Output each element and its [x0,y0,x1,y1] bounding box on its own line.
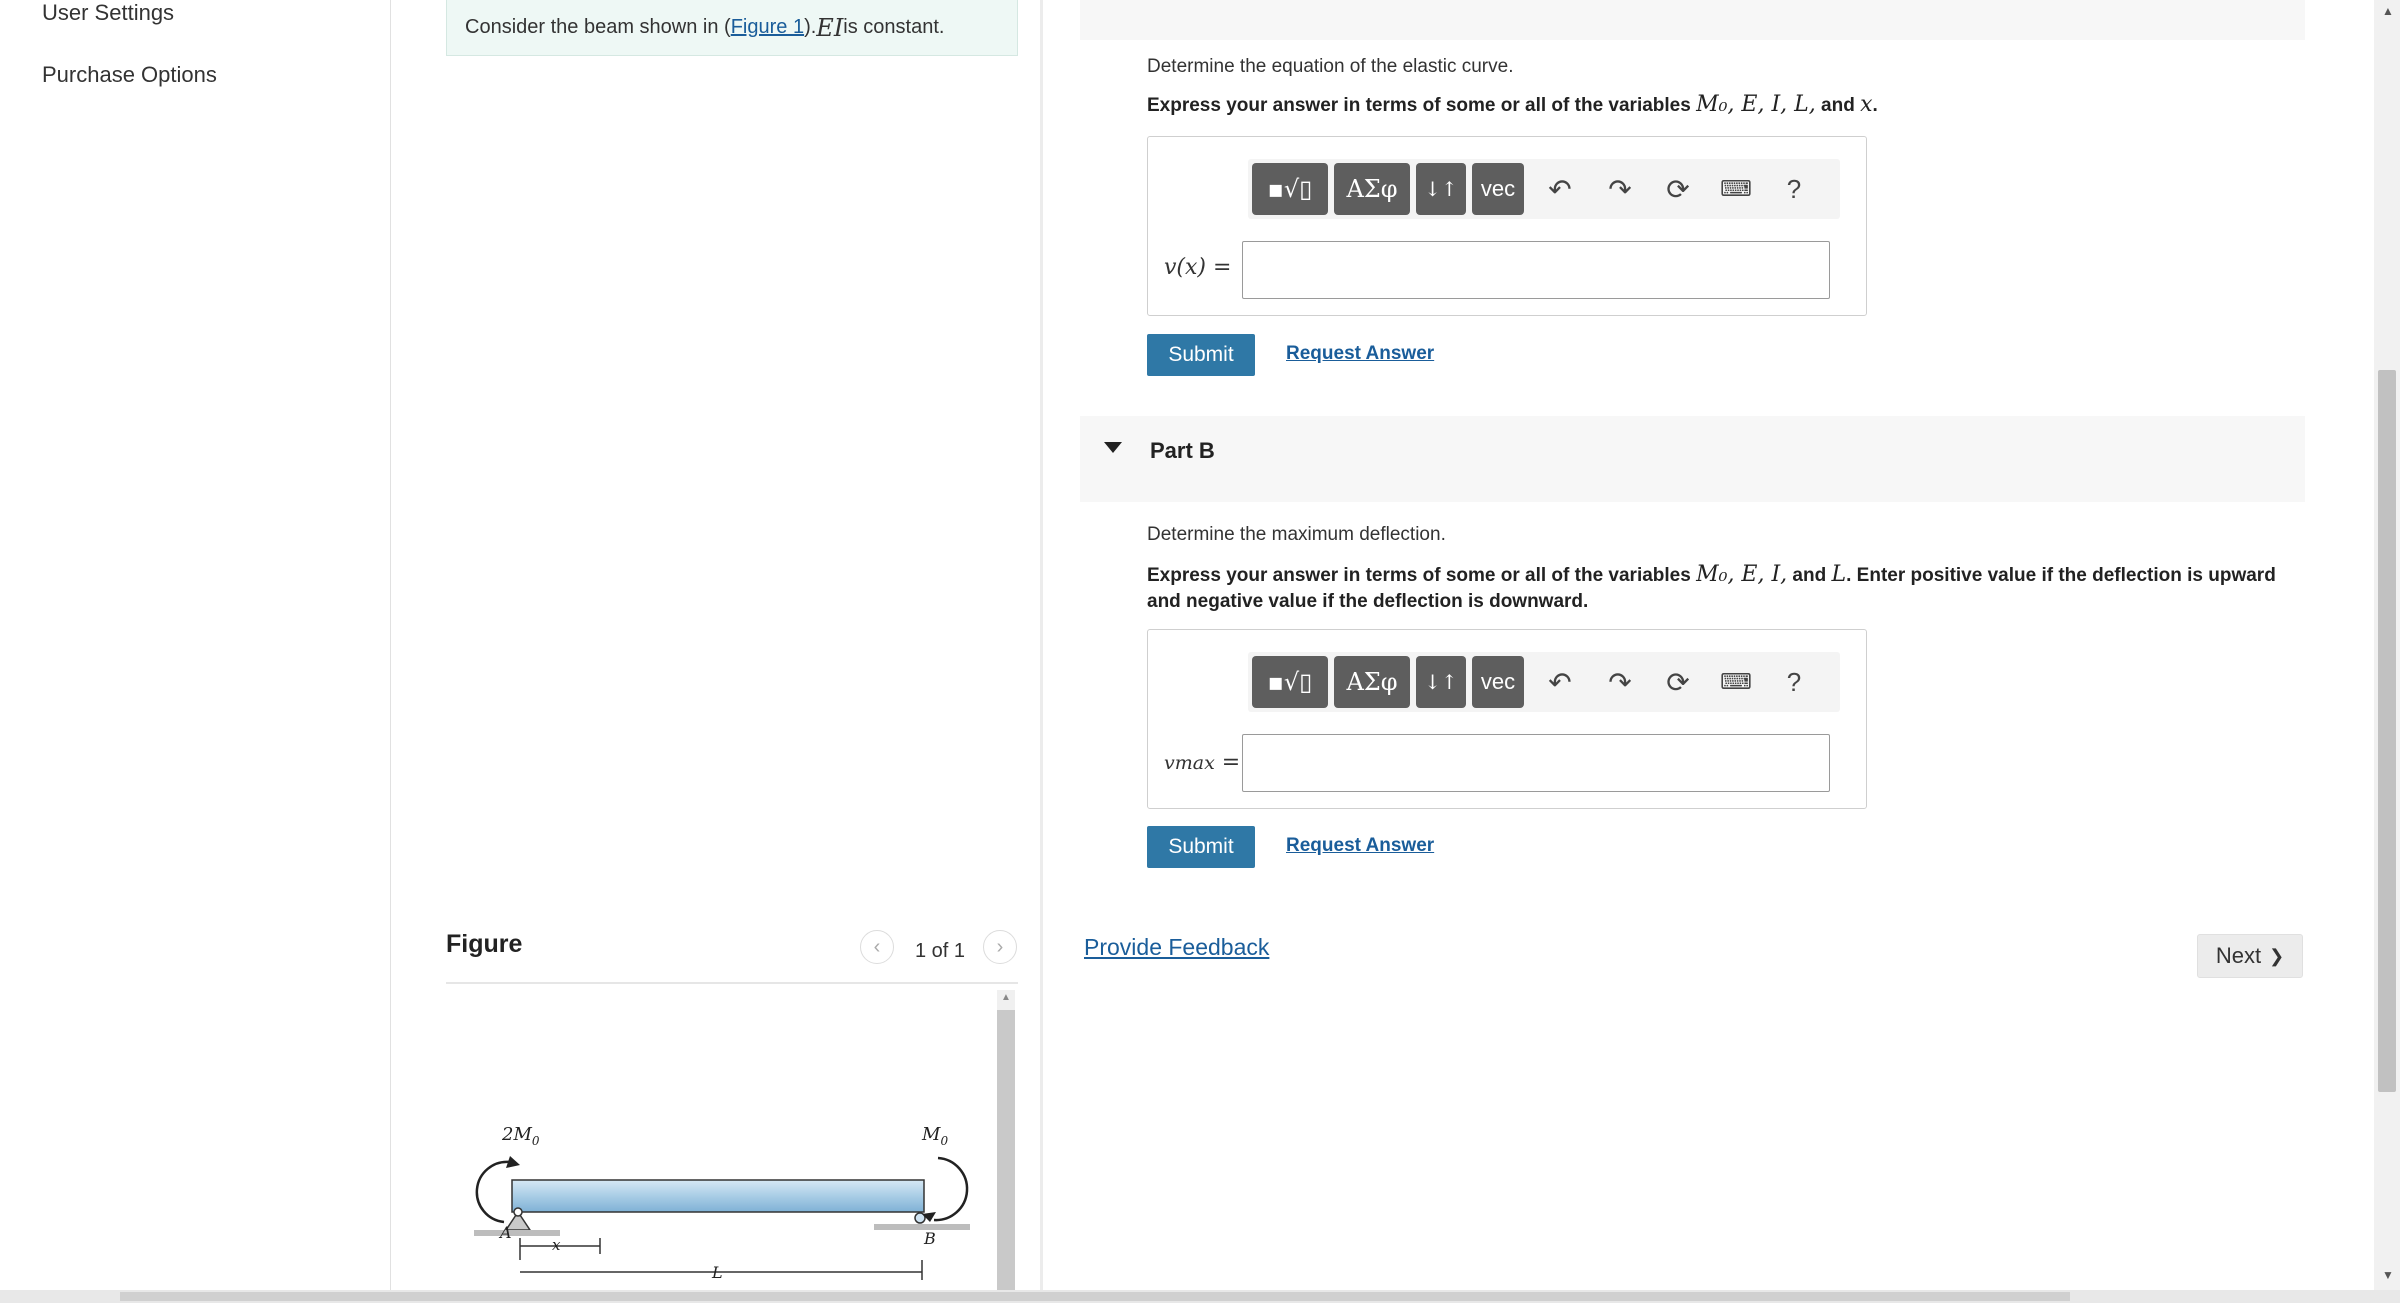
roller-support-b [874,1212,970,1230]
part-a-math-toolbar: ▪√▯ ΑΣφ ↓↑ vec ↶ ↷ ⟳ ⌨ ? [1248,159,1840,219]
next-button[interactable]: Next ❯ [2197,934,2303,978]
part-a-instruction: Express your answer in terms of some or … [1147,92,1878,117]
part-b-prompt: Determine the maximum deflection. [1147,524,1446,545]
provide-feedback-link[interactable]: Provide Feedback [1084,934,1269,961]
left-nav: User Settings Purchase Options [0,0,391,1290]
templates-button[interactable]: ▪√▯ [1252,656,1328,708]
nav-item-purchase-options[interactable]: Purchase Options [42,62,217,88]
problem-text-end: is constant. [843,16,945,38]
templates-button[interactable]: ▪√▯ [1252,163,1328,215]
part-a-variable-label: v(x) = [1164,255,1232,280]
problem-text-before: Consider the beam shown in ( [465,16,731,38]
ei-symbol: EI [816,13,844,42]
nav-item-user-settings[interactable]: User Settings [42,0,174,26]
figure-title: Figure [446,930,523,958]
right-moment-arrow [933,1156,969,1222]
vector-button[interactable]: vec [1472,163,1524,215]
redo-icon[interactable]: ↷ [1598,167,1642,211]
part-b-request-answer-link[interactable]: Request Answer [1286,835,1434,857]
page-horizontal-scrollbar[interactable] [0,1290,2400,1303]
subscript-button[interactable]: ↓↑ [1416,163,1466,215]
part-a-answer-input[interactable] [1242,241,1830,299]
page-hscroll-thumb[interactable] [120,1292,2070,1301]
part-a-request-answer-link[interactable]: Request Answer [1286,343,1434,365]
part-b-header-bar [1080,416,2305,502]
part-b-collapse-caret-icon[interactable] [1104,442,1122,453]
greek-button[interactable]: ΑΣφ [1334,656,1410,708]
chevron-right-icon: ❯ [2269,945,2285,966]
figure-page-indicator: 1 of 1 [915,940,966,962]
reset-icon[interactable]: ⟳ [1656,167,1700,211]
part-b-instruction: Express your answer in terms of some or … [1147,562,2276,612]
part-b-label[interactable]: Part B [1150,438,1215,464]
next-button-label: Next [2215,943,2262,968]
undo-icon[interactable]: ↶ [1538,167,1582,211]
part-b-submit-button[interactable]: Submit [1147,826,1255,868]
label-right-moment: M0 [921,1124,948,1148]
page-vertical-scrollbar[interactable]: ▲ ▼ [2374,0,2400,1290]
reset-icon[interactable]: ⟳ [1656,660,1700,704]
subscript-button[interactable]: ↓↑ [1416,656,1466,708]
figure-prev-button[interactable]: ‹ [860,930,894,964]
scroll-down-icon[interactable]: ▼ [2382,1268,2394,1282]
label-left-moment: 2M0 [501,1124,540,1148]
problem-statement: Consider the beam shown in ( Figure 1 ).… [446,0,1018,56]
scroll-up-icon[interactable]: ▲ [1001,992,1011,1003]
part-b-math-toolbar: ▪√▯ ΑΣφ ↓↑ vec ↶ ↷ ⟳ ⌨ ? [1248,652,1840,712]
figure-scrollbar[interactable]: ▲ [997,990,1015,1290]
scroll-up-icon[interactable]: ▲ [2382,4,2394,18]
label-l: L [711,1263,723,1282]
label-x: x [552,1236,561,1254]
greek-button[interactable]: ΑΣφ [1334,163,1410,215]
column-divider [1040,0,1043,1290]
help-button[interactable]: ? [1772,167,1816,211]
part-a-answer-box: ▪√▯ ΑΣφ ↓↑ vec ↶ ↷ ⟳ ⌨ ? v(x) = [1147,136,1867,316]
page-scroll-thumb[interactable] [2378,370,2396,1092]
label-a: A [498,1223,512,1242]
chevron-left-icon: ‹ [873,935,881,958]
help-button[interactable]: ? [1772,660,1816,704]
part-b-answer-box: ▪√▯ ΑΣφ ↓↑ vec ↶ ↷ ⟳ ⌨ ? vmax = [1147,629,1867,809]
figure-next-button[interactable]: › [983,930,1017,964]
part-a-header-bar [1080,0,2305,40]
left-moment-arrow [475,1160,511,1224]
figure-divider [446,982,1018,984]
keyboard-icon[interactable]: ⌨ [1714,167,1758,211]
beam [511,1179,925,1213]
beam-figure: 2M0 M0 A B x L [474,1124,970,1282]
undo-icon[interactable]: ↶ [1538,660,1582,704]
problem-text-after: ). [804,16,817,38]
figure-scroll-thumb[interactable] [997,1010,1015,1290]
part-a-prompt: Determine the equation of the elastic cu… [1147,56,1514,77]
chevron-right-icon: › [996,935,1004,958]
label-b: B [923,1229,936,1248]
part-a-submit-button[interactable]: Submit [1147,334,1255,376]
keyboard-icon[interactable]: ⌨ [1714,660,1758,704]
figure-link[interactable]: Figure 1 [731,16,804,39]
part-b-variable-label: vmax = [1164,750,1241,775]
redo-icon[interactable]: ↷ [1598,660,1642,704]
vector-button[interactable]: vec [1472,656,1524,708]
part-b-answer-input[interactable] [1242,734,1830,792]
